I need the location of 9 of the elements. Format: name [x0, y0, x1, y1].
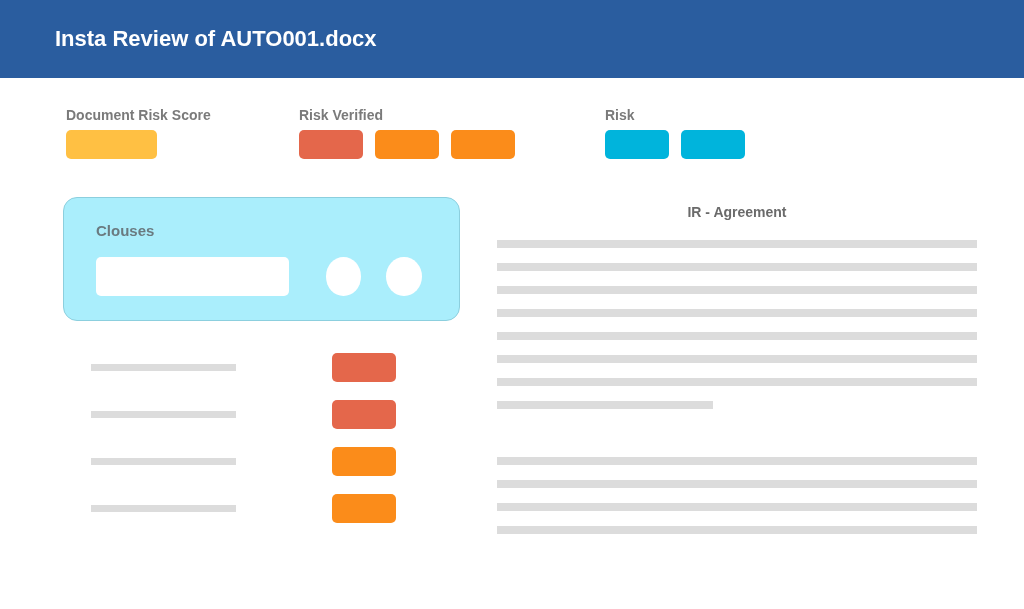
round-button[interactable] [325, 257, 362, 296]
input-field[interactable] [96, 257, 289, 296]
document-heading: IR - Agreement [687, 204, 787, 220]
panel-title: Clouses [96, 222, 156, 239]
score-label: Risk [605, 107, 636, 123]
score-label: Document Risk Score [66, 107, 212, 123]
document-title: Insta Review of AUTO001.docx [55, 26, 377, 52]
round-button[interactable] [386, 257, 422, 296]
score-label: Risk Verified [299, 107, 385, 123]
